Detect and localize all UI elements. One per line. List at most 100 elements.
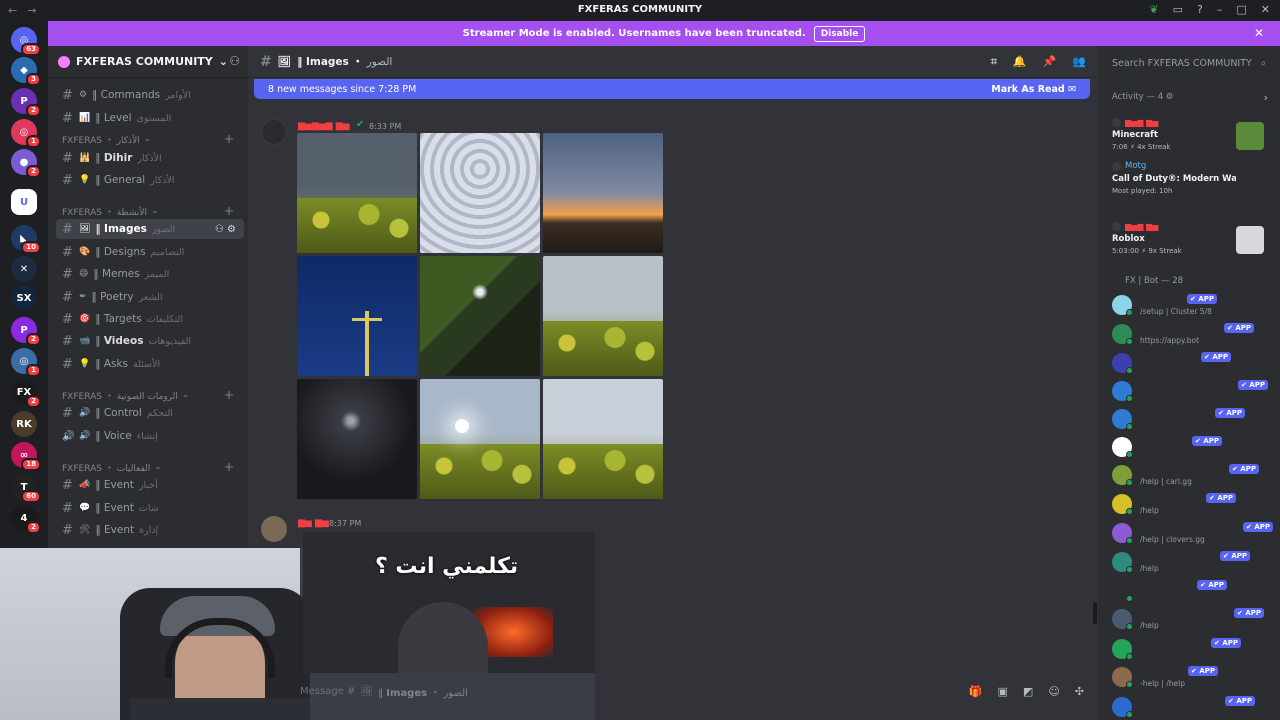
bot-member[interactable]: ✔ APP https://appy.bot [1112, 321, 1277, 347]
channel-item-commands[interactable]: # ⚙ ‖ Commands الأوامر [56, 85, 244, 105]
bot-member[interactable]: ✔ APP [1112, 406, 1277, 432]
channel-item-asks[interactable]: # 💡 ‖ Asks الأسئلة [56, 354, 244, 374]
server-icon[interactable]: ◆ 3 [11, 57, 41, 86]
bell-icon[interactable]: 🔔 [1013, 55, 1027, 69]
server-icon[interactable]: FX 2 [11, 379, 41, 408]
username-redacted[interactable]: ▆▅▆▅▆ ▆▅ [298, 121, 350, 131]
disable-button[interactable]: Disable [813, 25, 866, 42]
mark-as-read-button[interactable]: Mark As Read ✉ [991, 84, 1076, 95]
bot-member[interactable]: ✔ APP [1112, 434, 1277, 460]
bot-member[interactable]: ✔ APP [1112, 578, 1277, 604]
channel-item-level[interactable]: # 📊 ‖ Level المستوى [56, 108, 244, 128]
channel-item-designs[interactable]: # 🎨 ‖ Designs التصاميم [56, 242, 244, 262]
maximize-icon[interactable]: □ [1236, 3, 1246, 16]
gallery-image-sunset[interactable] [543, 133, 663, 253]
message-composer[interactable]: Message # 🖼 ‖ Images ・ الصور 🎁 ▣ ◩ ☺ ✣ [300, 680, 1090, 702]
pin-icon[interactable]: 📌 [1043, 55, 1057, 69]
channel-category[interactable]: FXFERAS ・ الفعاليات ⌄ + [62, 460, 242, 474]
server-icon[interactable]: ◣ 10 [11, 225, 41, 254]
search-icon[interactable]: ⌕ [1261, 58, 1266, 69]
channel-item-dihir[interactable]: # 🕌 ‖ Dihir الأذكار [56, 148, 244, 168]
add-channel-icon[interactable]: + [224, 388, 234, 402]
server-icon[interactable]: ◎ 1 [11, 119, 41, 148]
server-icon[interactable]: ✕ [11, 256, 37, 282]
members-icon[interactable]: 👥 [1072, 55, 1086, 69]
bot-member[interactable]: ✔ APP [1112, 636, 1277, 662]
channel-item-general[interactable]: # 💡 ‖ General الأذكار [56, 170, 244, 190]
bot-member[interactable]: ✔ APP/help | clovers.gg [1112, 520, 1277, 546]
scrollbar[interactable] [1093, 602, 1097, 624]
channel-category[interactable]: FXFERAS ・ الأذكار ⌄ + [62, 132, 242, 146]
close-window-icon[interactable]: ✕ [1261, 3, 1270, 16]
server-icon[interactable]: 42 [11, 505, 41, 534]
banner-close-icon[interactable]: ✕ [1254, 26, 1264, 40]
server-icon[interactable]: U [11, 189, 37, 215]
avatar[interactable] [261, 119, 287, 145]
help-icon[interactable]: ? [1197, 3, 1203, 16]
avatar[interactable] [261, 516, 287, 542]
bot-member[interactable]: ✔ APP [1112, 694, 1277, 720]
guild-header[interactable]: FXFERAS COMMUNITY ⌄ ⚇ [48, 46, 248, 78]
server-icon[interactable]: ● 2 [11, 149, 41, 178]
channel-item-targets[interactable]: # 🎯 ‖ Targets التكليفات [56, 309, 244, 329]
gift-icon[interactable]: 🎁 [969, 685, 983, 698]
bot-member[interactable]: ✔ APP -help | /help [1112, 664, 1277, 690]
channel-item-videos[interactable]: # 📹 ‖ Videos الفيديوهات [56, 331, 244, 351]
bot-member[interactable]: ✔ APP/help | carl.gg [1112, 462, 1277, 488]
channel-item-images[interactable]: # 🖼 ‖ Images الصور ⚇ ⚙ [56, 219, 244, 239]
bot-member[interactable]: ✔ APP [1112, 378, 1277, 404]
activity-card[interactable]: Motg Call of Duty®: Modern Warf... Most pl… [1098, 158, 1280, 202]
emoji-icon[interactable]: ☺ [1048, 685, 1059, 698]
sticker-icon[interactable]: ◩ [1023, 685, 1033, 698]
bot-member[interactable]: ✔ APP [1112, 350, 1277, 376]
server-icon[interactable]: RK [11, 411, 37, 437]
channel-item-event[interactable]: # 💬 ‖ Event شات [56, 498, 244, 518]
composer-placeholder[interactable]: Message # [300, 686, 355, 697]
channel-item-control[interactable]: # 🔊 ‖ Control التحكم [56, 403, 244, 423]
gif-icon[interactable]: ▣ [998, 685, 1008, 698]
server-icon[interactable]: P2 [11, 88, 41, 117]
gallery-image-plants-sky[interactable] [543, 256, 663, 376]
channel-category[interactable]: FXFERAS ・ الرومات الصوتية ⌄ + [62, 388, 242, 402]
threads-icon[interactable]: ⌗ [991, 55, 997, 69]
gallery-image-clouds-plants[interactable] [543, 379, 663, 499]
gallery-image-sun-plants[interactable] [420, 379, 540, 499]
channel-item-event[interactable]: # 🛠 ‖ Event إدارة [56, 520, 244, 540]
gallery-image-moon-dark[interactable] [297, 379, 417, 499]
server-icon[interactable]: P2 [11, 317, 41, 346]
server-icon[interactable]: ∞ 18 [11, 442, 41, 471]
channel-item-memes[interactable]: # 😄 ‖ Memes الميمز [56, 264, 244, 284]
new-messages-bar[interactable]: 8 new messages since 7:28 PM Mark As Rea… [254, 79, 1090, 99]
bot-member[interactable]: ✔ APP/help [1112, 549, 1277, 575]
discord-logo-icon[interactable]: ◎ 63 [11, 27, 41, 56]
server-icon[interactable]: T 60 [11, 474, 41, 503]
chevron-right-icon[interactable]: › [1264, 91, 1268, 104]
server-icon[interactable]: ◎ 1 [11, 348, 41, 377]
gallery-image-pole-night[interactable] [297, 256, 417, 376]
gallery-image-clouds[interactable] [420, 133, 540, 253]
add-channel-icon[interactable]: + [224, 132, 234, 146]
username-redacted[interactable]: ▆▅ ▆▅ [298, 518, 329, 528]
inbox-icon[interactable]: ▭ [1173, 3, 1183, 16]
apps-icon[interactable]: ✣ [1075, 685, 1084, 698]
channel-item-event[interactable]: # 📣 ‖ Event أخبار [56, 475, 244, 495]
activity-header[interactable]: Activity — 4 ⚙ [1112, 92, 1173, 102]
gallery-image-plants-dusk[interactable] [297, 133, 417, 253]
add-channel-icon[interactable]: + [224, 460, 234, 474]
activity-card[interactable]: ▆▅▆ ▆▅ Minecraft 7:06 ⚡ 4x Streak [1098, 114, 1280, 158]
add-channel-icon[interactable]: + [224, 204, 234, 218]
activity-card[interactable]: ▆▅▆ ▆▅ Roblox 5:03:00 ⚡ 9x Streak [1098, 218, 1280, 262]
search-input[interactable]: Search FXFERAS COMMUNITY ⌕ [1106, 54, 1272, 72]
nitro-leaf-icon[interactable]: ❦ [1149, 3, 1158, 16]
channel-item-voice[interactable]: 🔊 🔊 ‖ Voice إنشاء [56, 426, 244, 446]
channel-settings-icon[interactable]: ⚇ ⚙ [215, 224, 236, 235]
minimize-icon[interactable]: – [1217, 3, 1223, 16]
gallery-image-leaves-moon[interactable] [420, 256, 540, 376]
bot-member[interactable]: ✔ APP/help [1112, 606, 1277, 632]
channel-item-poetry[interactable]: # ✒ ‖ Poetry الشعر [56, 287, 244, 307]
bot-member[interactable]: ✔ APP/help [1112, 491, 1277, 517]
server-icon[interactable]: SX [11, 285, 37, 311]
invite-people-icon[interactable]: ⚇ [229, 54, 240, 68]
channel-category[interactable]: FXFERAS ・ الأنشطة ⌄ + [62, 204, 242, 218]
bot-member[interactable]: ✔ APP/setup | Cluster 5/8 [1112, 292, 1277, 318]
